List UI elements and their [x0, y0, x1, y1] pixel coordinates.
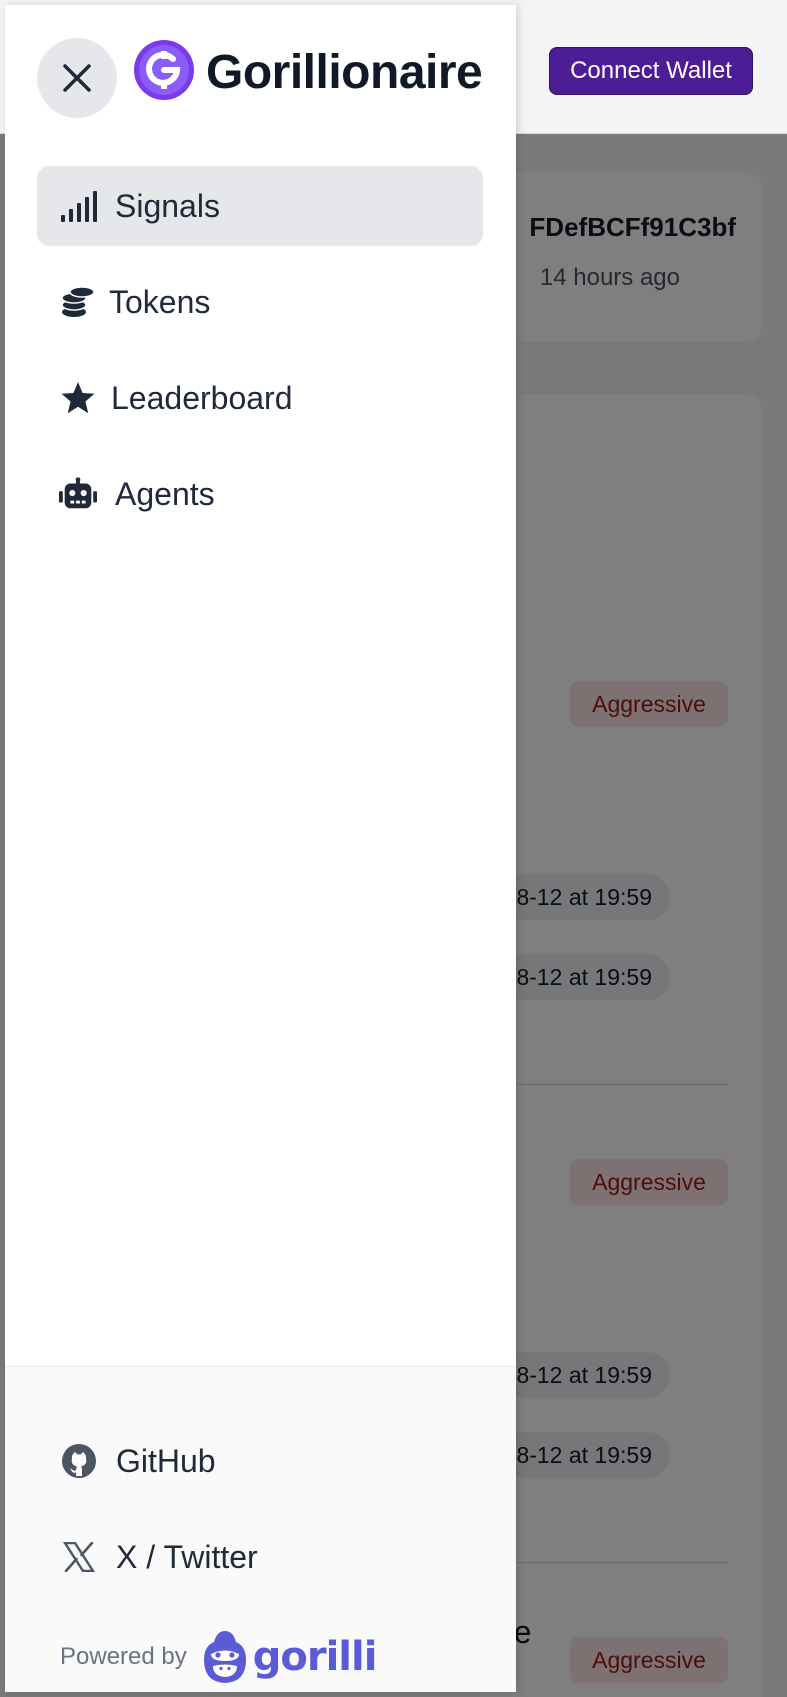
nav-item-signals[interactable]: Signals — [37, 166, 483, 246]
powered-by-label: Powered by — [60, 1643, 187, 1670]
nav-label-leaderboard: Leaderboard — [111, 379, 293, 416]
nav-item-agents[interactable]: Agents — [37, 454, 483, 534]
navigation-drawer: Gorillionaire Signals Tokens Leaderboard… — [5, 5, 516, 1692]
connect-wallet-button[interactable]: Connect Wallet — [549, 47, 753, 95]
close-icon — [63, 64, 91, 92]
twitter-link[interactable]: X / Twitter — [60, 1527, 258, 1587]
powered-by: Powered by gorilli — [60, 1627, 377, 1687]
gorillionaire-logo-icon[interactable] — [133, 39, 195, 101]
twitter-label: X / Twitter — [116, 1538, 258, 1575]
signal-bars-icon — [59, 187, 97, 225]
coins-icon — [59, 283, 97, 321]
github-icon — [60, 1442, 98, 1480]
drawer-nav: Signals Tokens Leaderboard Agents — [37, 166, 483, 550]
gorilli-logo[interactable]: gorilli — [203, 1630, 377, 1684]
github-link[interactable]: GitHub — [60, 1431, 216, 1491]
drawer-header: Gorillionaire — [5, 5, 516, 155]
nav-label-signals: Signals — [115, 187, 220, 224]
gorilla-face-icon — [203, 1631, 246, 1683]
nav-item-leaderboard[interactable]: Leaderboard — [37, 358, 483, 438]
gorilli-brand-text: gorilli — [252, 1634, 378, 1680]
github-label: GitHub — [116, 1442, 216, 1479]
nav-label-agents: Agents — [115, 475, 215, 512]
drawer-footer: GitHub X / Twitter Powered by gorilli — [5, 1366, 516, 1692]
nav-item-tokens[interactable]: Tokens — [37, 262, 483, 342]
star-icon — [59, 379, 97, 417]
robot-icon — [59, 475, 97, 513]
nav-label-tokens: Tokens — [109, 283, 211, 320]
close-drawer-button[interactable] — [37, 38, 117, 118]
x-twitter-icon — [60, 1538, 98, 1576]
brand-name: Gorillionaire — [206, 46, 483, 99]
